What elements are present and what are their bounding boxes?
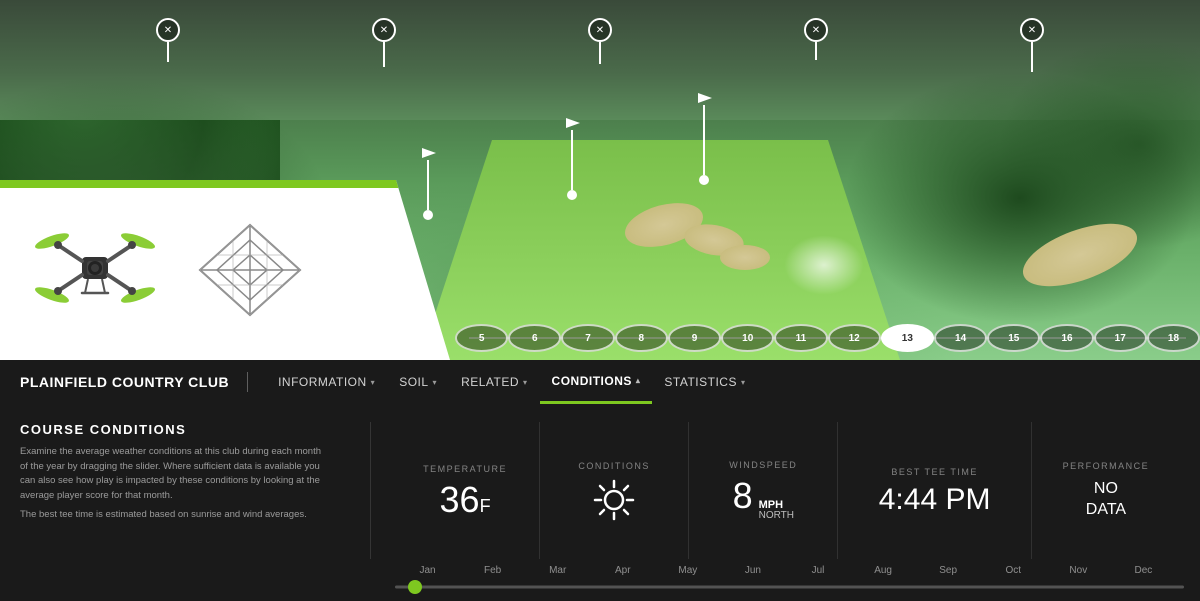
windspeed-value: 8 MPH NORTH bbox=[733, 478, 794, 521]
month-slider-track[interactable] bbox=[391, 579, 1180, 595]
golf-panorama: 56789101112131415161718 bbox=[0, 0, 1200, 360]
flag-pin-1 bbox=[420, 148, 436, 220]
month-label-dec: Dec bbox=[1111, 565, 1176, 576]
slider-track bbox=[395, 586, 1184, 589]
nav-conditions[interactable]: CONDITIONS ▴ bbox=[540, 360, 653, 404]
flag-pin-3 bbox=[696, 93, 712, 185]
month-label-jan: Jan bbox=[395, 565, 460, 576]
hole-number-13[interactable]: 13 bbox=[881, 324, 934, 352]
month-label-feb: Feb bbox=[460, 565, 525, 576]
bottom-panel: COURSE CONDITIONS Examine the average we… bbox=[0, 404, 1200, 600]
month-slider-section: JanFebMarAprMayJunJulAugSepOctNovDec bbox=[0, 559, 1200, 601]
stats-container: COURSE CONDITIONS Examine the average we… bbox=[0, 404, 1200, 559]
performance-value: NO DATA bbox=[1086, 479, 1126, 521]
slider-thumb[interactable] bbox=[408, 580, 422, 594]
nav-related[interactable]: RELATED ▾ bbox=[449, 360, 539, 404]
month-label-mar: Mar bbox=[525, 565, 590, 576]
month-label-nov: Nov bbox=[1046, 565, 1111, 576]
performance-stat: PERFORMANCE NO DATA bbox=[1032, 422, 1180, 559]
month-label-apr: Apr bbox=[590, 565, 655, 576]
temperature-stat: TEMPERATURE 36F bbox=[391, 422, 540, 559]
hole-number-8[interactable]: 8 bbox=[615, 324, 668, 352]
windspeed-label: WINDSPEED bbox=[729, 460, 797, 470]
hole-number-7[interactable]: 7 bbox=[561, 324, 614, 352]
hole-number-5[interactable]: 5 bbox=[455, 324, 508, 352]
month-label-may: May bbox=[655, 565, 720, 576]
top-pin-5 bbox=[1020, 18, 1044, 72]
temperature-unit: F bbox=[480, 496, 491, 516]
map-grid-icon bbox=[190, 215, 310, 325]
tee-time-stat: BEST TEE TIME 4:44 PM bbox=[838, 422, 1032, 559]
nav-divider bbox=[247, 372, 248, 392]
windspeed-stat: WINDSPEED 8 MPH NORTH bbox=[689, 422, 838, 559]
sun-icon bbox=[593, 479, 635, 521]
club-name: PLAINFIELD COUNTRY CLUB bbox=[20, 374, 229, 390]
navigation-bar: PLAINFIELD COUNTRY CLUB INFORMATION ▾ SO… bbox=[0, 360, 1200, 404]
hole-number-18[interactable]: 18 bbox=[1147, 324, 1200, 352]
course-conditions-description: Examine the average weather conditions a… bbox=[20, 445, 325, 504]
hole-number-6[interactable]: 6 bbox=[508, 324, 561, 352]
course-conditions-title: COURSE CONDITIONS bbox=[20, 422, 325, 437]
hole-number-14[interactable]: 14 bbox=[934, 324, 987, 352]
month-labels: JanFebMarAprMayJunJulAugSepOctNovDec bbox=[391, 565, 1180, 576]
tee-time-label: BEST TEE TIME bbox=[891, 467, 978, 477]
chevron-up-icon: ▴ bbox=[636, 376, 641, 385]
top-pin-markers bbox=[0, 18, 1200, 72]
course-conditions-note: The best tee time is estimated based on … bbox=[20, 508, 325, 523]
conditions-stat: CONDITIONS bbox=[540, 422, 689, 559]
performance-label: PERFORMANCE bbox=[1063, 461, 1150, 471]
chevron-down-icon: ▾ bbox=[371, 378, 376, 387]
hole-numbers[interactable]: 56789101112131415161718 bbox=[455, 324, 1200, 352]
month-label-sep: Sep bbox=[916, 565, 981, 576]
temperature-value: 36F bbox=[440, 482, 491, 518]
hole-timeline: 56789101112131415161718 bbox=[455, 324, 1200, 352]
bunker-3 bbox=[720, 245, 770, 270]
overlay-panel bbox=[0, 180, 450, 360]
top-pin-4 bbox=[804, 18, 828, 72]
chevron-down-icon: ▾ bbox=[741, 378, 746, 387]
tee-time-value: 4:44 PM bbox=[879, 485, 991, 515]
flag-pin-2 bbox=[564, 118, 580, 200]
conditions-label: CONDITIONS bbox=[578, 461, 650, 471]
month-label-jun: Jun bbox=[720, 565, 785, 576]
hole-number-9[interactable]: 9 bbox=[668, 324, 721, 352]
hole-number-12[interactable]: 12 bbox=[828, 324, 881, 352]
hole-number-11[interactable]: 11 bbox=[774, 324, 827, 352]
month-label-aug: Aug bbox=[851, 565, 916, 576]
month-label-jul: Jul bbox=[785, 565, 850, 576]
windspeed-direction: NORTH bbox=[759, 511, 794, 521]
hole-number-17[interactable]: 17 bbox=[1094, 324, 1147, 352]
chevron-down-icon: ▾ bbox=[433, 378, 438, 387]
hole-number-15[interactable]: 15 bbox=[987, 324, 1040, 352]
drone-icon bbox=[30, 210, 160, 330]
month-label-oct: Oct bbox=[981, 565, 1046, 576]
temperature-label: TEMPERATURE bbox=[423, 464, 507, 474]
top-pin-2 bbox=[372, 18, 396, 72]
nav-information[interactable]: INFORMATION ▾ bbox=[266, 360, 387, 404]
nav-statistics[interactable]: STATISTICS ▾ bbox=[652, 360, 757, 404]
hole-number-16[interactable]: 16 bbox=[1040, 324, 1093, 352]
nav-soil[interactable]: SOIL ▾ bbox=[387, 360, 449, 404]
top-pin-1 bbox=[156, 18, 180, 72]
hole-number-10[interactable]: 10 bbox=[721, 324, 774, 352]
chevron-down-icon: ▾ bbox=[523, 378, 528, 387]
top-pin-3 bbox=[588, 18, 612, 72]
impact-dust bbox=[784, 235, 864, 295]
stats-divider bbox=[370, 422, 371, 559]
course-conditions-section: COURSE CONDITIONS Examine the average we… bbox=[20, 422, 350, 559]
